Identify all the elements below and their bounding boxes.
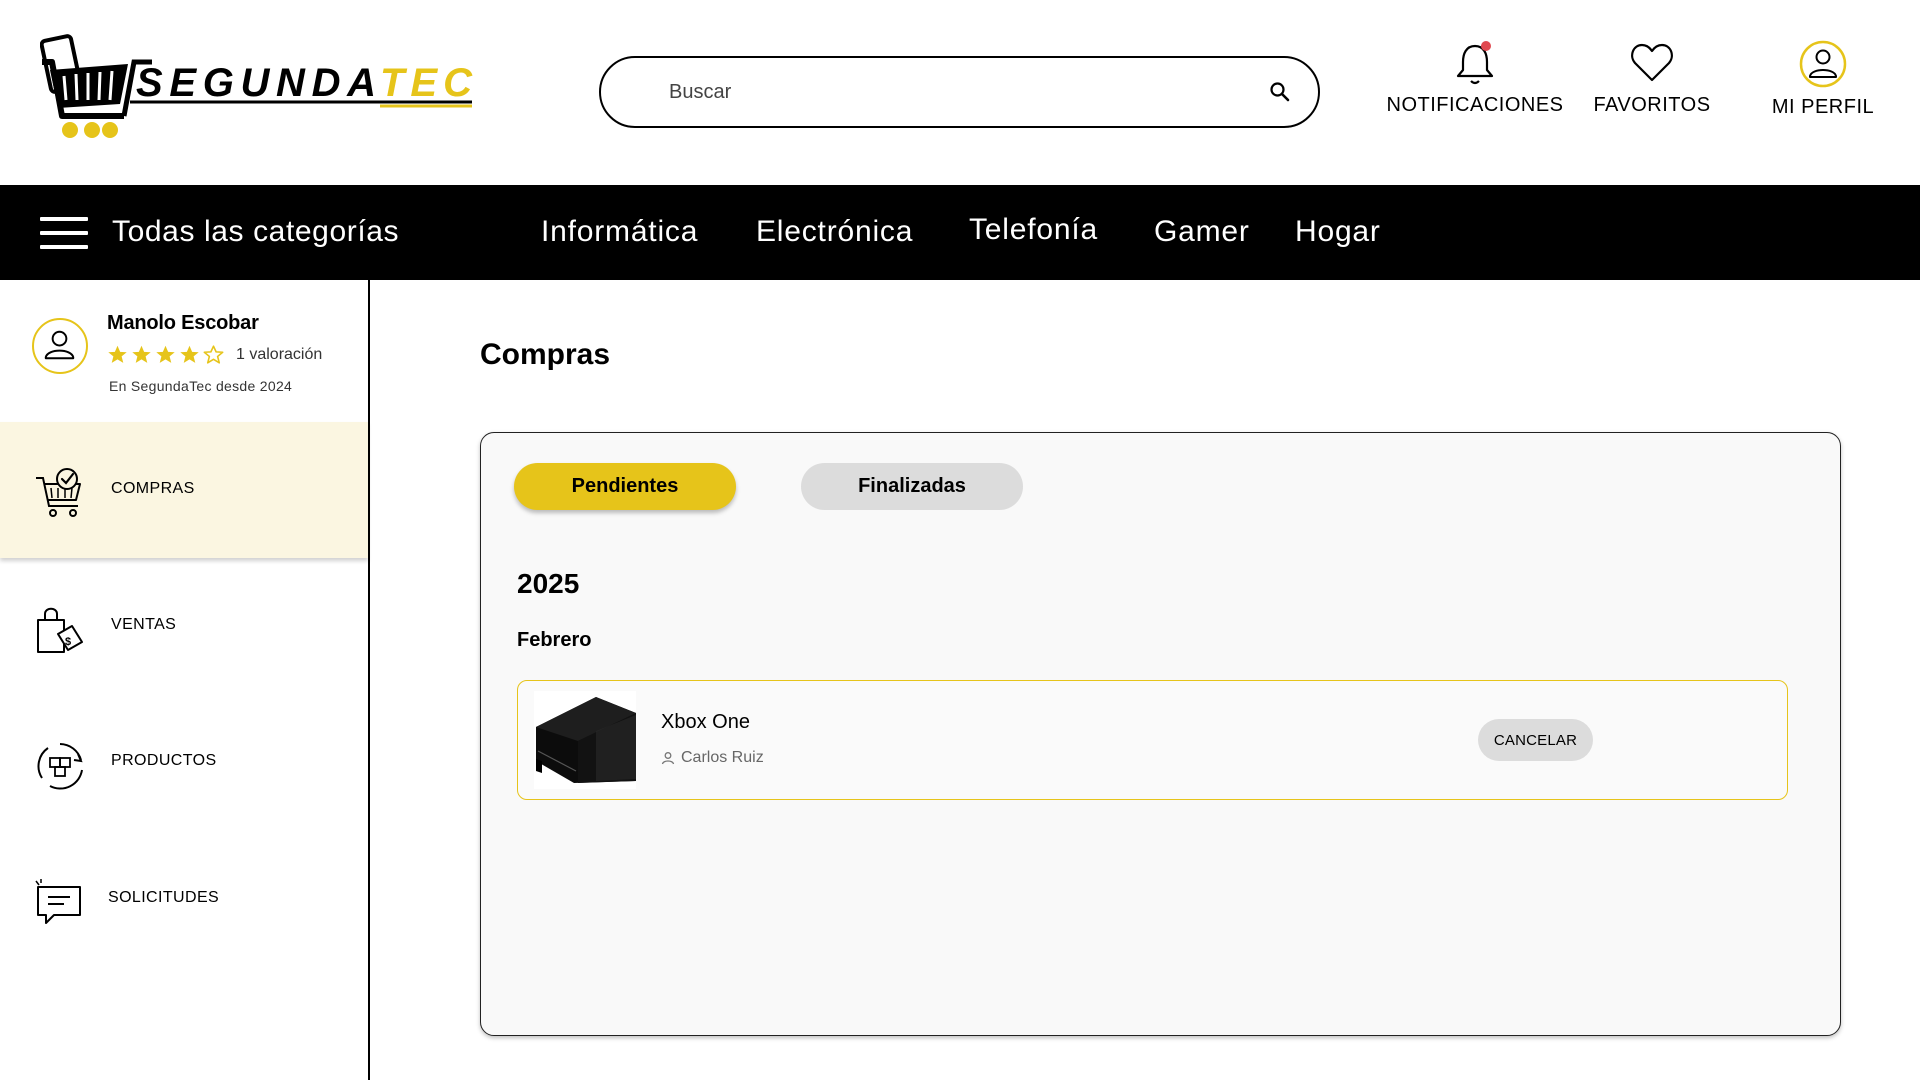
console-image <box>534 691 636 789</box>
member-since: En SegundaTec desde 2024 <box>109 378 293 394</box>
category-informatica[interactable]: Informática <box>541 215 698 249</box>
star-filled-icon <box>156 345 175 363</box>
sidebar-item-label: COMPRAS <box>111 480 195 497</box>
year-heading: 2025 <box>517 568 580 599</box>
user-icon <box>44 330 75 360</box>
notification-dot <box>1481 41 1491 51</box>
logo[interactable]: SEGUNDA TEC <box>39 34 480 146</box>
category-gamer[interactable]: Gamer <box>1154 215 1250 249</box>
sidebar-item-ventas[interactable]: $ VENTAS <box>0 558 368 694</box>
search-icon[interactable] <box>1268 80 1292 104</box>
profile-button[interactable]: MI PERFIL <box>1768 40 1878 119</box>
sidebar-item-productos[interactable]: PRODUCTOS <box>0 694 368 830</box>
menu-icon[interactable] <box>40 217 88 249</box>
sidebar: Manolo Escobar 1 valoración En SegundaTe… <box>0 280 370 1080</box>
product-name[interactable]: Xbox One <box>661 711 750 734</box>
boxes-cycle-icon <box>37 743 83 790</box>
sidebar-item-label: PRODUCTOS <box>111 752 217 769</box>
cancel-order-button[interactable]: CANCELAR <box>1478 719 1593 761</box>
notifications-button[interactable]: NOTIFICACIONES <box>1387 40 1563 117</box>
sidebar-item-solicitudes[interactable]: SOLICITUDES <box>0 831 368 967</box>
star-filled-icon <box>108 345 127 363</box>
star-empty-icon <box>203 345 224 364</box>
profile-label: MI PERFIL <box>1771 96 1875 118</box>
sidebar-item-label: VENTAS <box>111 616 177 633</box>
star-filled-icon <box>180 345 199 363</box>
person-icon <box>661 752 675 765</box>
seller-name: Carlos Ruiz <box>681 749 764 766</box>
month-heading: Febrero <box>517 629 592 651</box>
product-image <box>534 691 636 789</box>
heart-icon <box>1631 43 1673 82</box>
order-card[interactable]: Xbox One Carlos Ruiz CANCELAR <box>517 680 1788 800</box>
category-electronica[interactable]: Electrónica <box>756 215 913 249</box>
category-telefonia[interactable]: Telefonía <box>969 213 1098 247</box>
logo-cart-icon: SEGUNDA TEC <box>39 34 473 138</box>
page-title: Compras <box>480 338 611 371</box>
tab-pendientes[interactable]: Pendientes <box>514 463 736 510</box>
favorites-button[interactable]: FAVORITOS <box>1592 40 1712 117</box>
search-bar <box>599 56 1320 128</box>
user-name: Manolo Escobar <box>107 312 259 334</box>
category-hogar[interactable]: Hogar <box>1295 215 1381 249</box>
shopping-bag-dollar-icon: $ <box>37 607 83 653</box>
rating-count: 1 valoración <box>236 346 323 363</box>
seller-info: Carlos Ruiz <box>661 749 764 767</box>
notifications-label: NOTIFICACIONES <box>1386 94 1564 116</box>
cart-check-icon <box>36 468 81 517</box>
svg-text:TEC: TEC <box>380 61 473 105</box>
avatar <box>32 318 88 374</box>
all-categories-link[interactable]: Todas las categorías <box>112 215 399 249</box>
search-input[interactable] <box>669 74 1229 110</box>
sidebar-item-label: SOLICITUDES <box>108 889 220 906</box>
svg-text:SEGUNDA: SEGUNDA <box>136 61 376 105</box>
svg-text:$: $ <box>65 636 71 648</box>
purchases-panel: Pendientes Finalizadas 2025 Febrero Xbox… <box>480 432 1841 1036</box>
category-bar: Todas las categorías Informática Electró… <box>0 185 1920 280</box>
user-icon <box>1799 40 1847 88</box>
star-filled-icon <box>132 345 151 363</box>
rating-stars <box>107 344 224 365</box>
sidebar-item-compras[interactable]: COMPRAS <box>0 422 368 558</box>
header: SEGUNDA TEC NOTIFICACIONES FAVORITOS MI … <box>0 0 1920 185</box>
tab-finalizadas[interactable]: Finalizadas <box>801 463 1023 510</box>
message-icon <box>35 879 81 924</box>
favorites-label: FAVORITOS <box>1593 94 1711 116</box>
bell-icon <box>1456 41 1494 85</box>
